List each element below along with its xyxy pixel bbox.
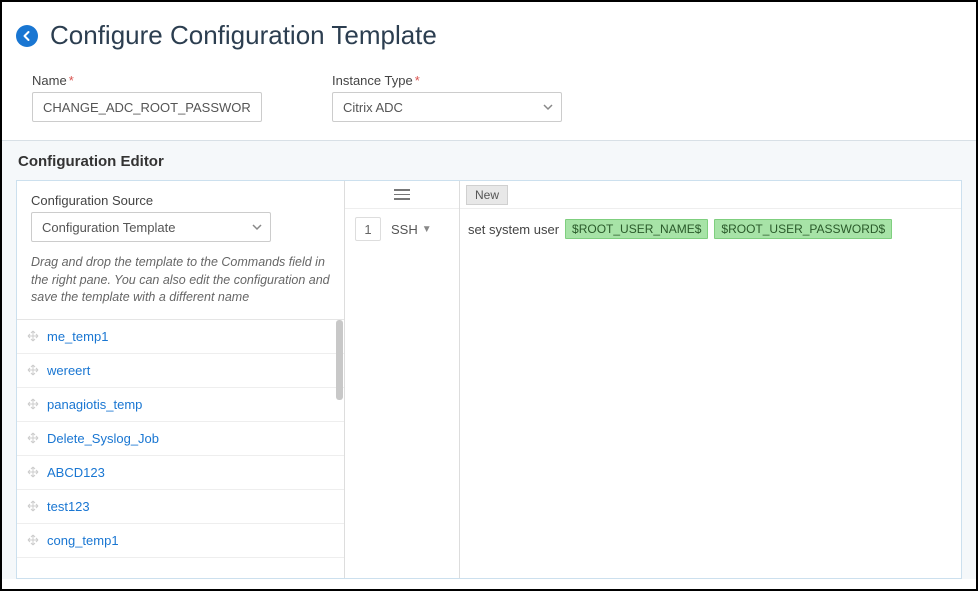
arrow-left-icon	[21, 30, 33, 42]
new-badge: New	[466, 185, 508, 205]
variable-pill[interactable]: $ROOT_USER_PASSWORD$	[714, 219, 892, 239]
template-item[interactable]: wereert	[17, 354, 344, 388]
template-name: Delete_Syslog_Job	[47, 431, 159, 446]
template-name: panagiotis_temp	[47, 397, 142, 412]
drag-handle-icon	[27, 432, 39, 444]
command-line[interactable]: set system user $ROOT_USER_NAME$ $ROOT_U…	[460, 209, 961, 249]
template-item[interactable]: Delete_Syslog_Job	[17, 422, 344, 456]
drag-handle-icon	[27, 534, 39, 546]
command-text: set system user	[468, 222, 559, 237]
drag-handle-icon	[27, 466, 39, 478]
template-name: wereert	[47, 363, 90, 378]
drag-handle-icon	[27, 500, 39, 512]
menu-icon[interactable]	[394, 189, 410, 200]
template-name: test123	[47, 499, 90, 514]
chevron-down-icon: ▼	[422, 224, 432, 235]
template-item[interactable]: panagiotis_temp	[17, 388, 344, 422]
template-item[interactable]: cong_temp1	[17, 524, 344, 558]
template-item[interactable]: ABCD123	[17, 456, 344, 490]
template-name: cong_temp1	[47, 533, 119, 548]
protocol-select[interactable]: SSH ▼	[391, 222, 432, 237]
scrollbar[interactable]	[336, 320, 343, 400]
config-source-label: Configuration Source	[31, 193, 330, 208]
commands-panel: New set system user $ROOT_USER_NAME$ $RO…	[460, 181, 961, 578]
drag-handle-icon	[27, 398, 39, 410]
name-label: Name*	[32, 73, 262, 88]
line-number: 1	[355, 217, 381, 241]
template-list[interactable]: me_temp1 wereert panagiotis_temp	[17, 319, 344, 579]
template-name: ABCD123	[47, 465, 105, 480]
name-field[interactable]	[32, 92, 262, 122]
source-panel: Configuration Source Configuration Templ…	[17, 181, 345, 578]
gutter-panel: 1 SSH ▼	[345, 181, 460, 578]
config-source-select[interactable]: Configuration Template	[31, 212, 271, 242]
drag-handle-icon	[27, 364, 39, 376]
page-title: Configure Configuration Template	[50, 20, 437, 51]
instance-type-select[interactable]: Citrix ADC	[332, 92, 562, 122]
editor-title: Configuration Editor	[16, 153, 962, 170]
drag-drop-hint: Drag and drop the template to the Comman…	[31, 254, 330, 307]
template-item[interactable]: me_temp1	[17, 320, 344, 354]
template-item[interactable]: test123	[17, 490, 344, 524]
variable-pill[interactable]: $ROOT_USER_NAME$	[565, 219, 708, 239]
template-name: me_temp1	[47, 329, 108, 344]
instance-type-label: Instance Type*	[332, 73, 562, 88]
back-button[interactable]	[16, 25, 38, 47]
drag-handle-icon	[27, 330, 39, 342]
